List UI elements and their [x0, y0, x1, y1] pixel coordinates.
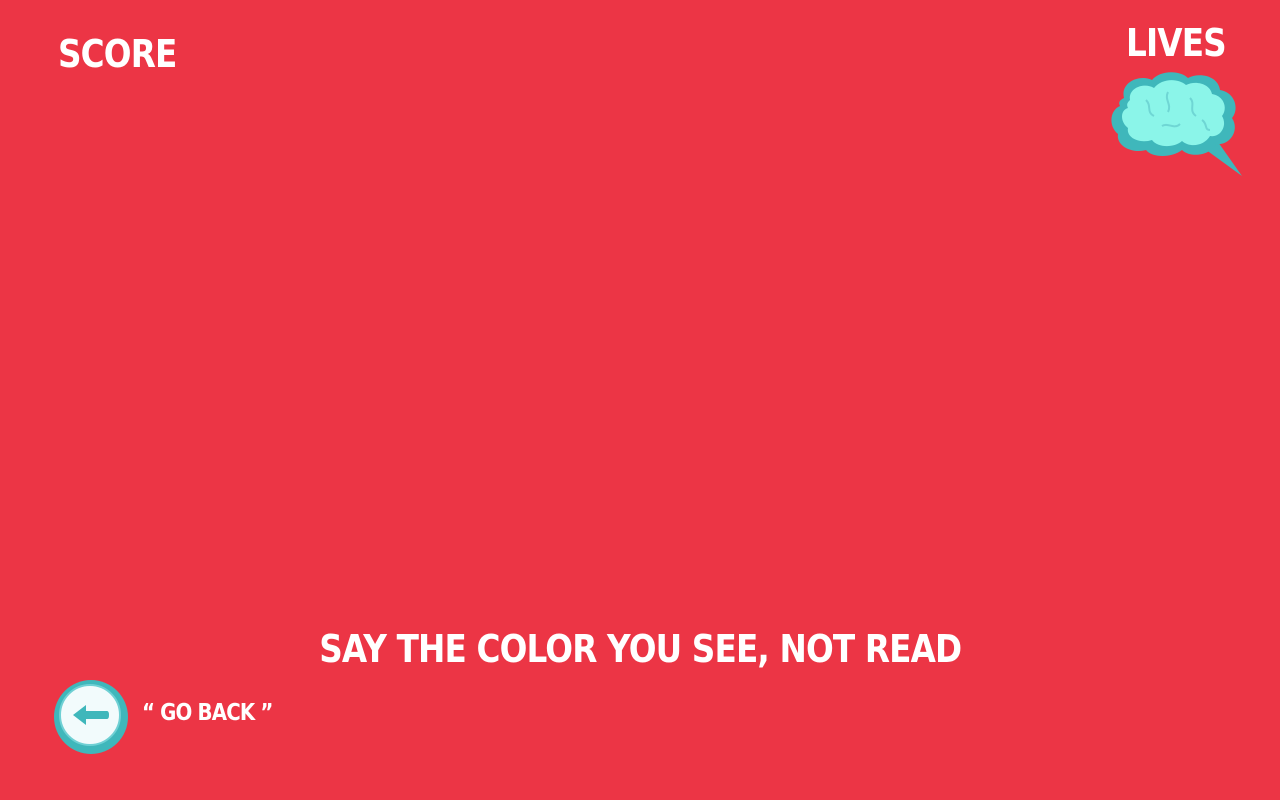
go-back-label[interactable]: “ GO BACK ” [142, 698, 273, 728]
score-label: SCORE [58, 32, 177, 76]
lives-label: LIVES [1126, 21, 1227, 65]
back-button[interactable] [54, 680, 128, 754]
brain-icon [1111, 72, 1242, 176]
instruction-text: SAY THE COLOR YOU SEE, NOT READ [0, 626, 1280, 672]
instruction-label: SAY THE COLOR YOU SEE, NOT READ [318, 627, 962, 671]
back-arrow-icon [73, 705, 109, 725]
game-screen: SCORE LIVES SAY THE COLOR YOU SEE, NOT R… [0, 0, 1280, 800]
